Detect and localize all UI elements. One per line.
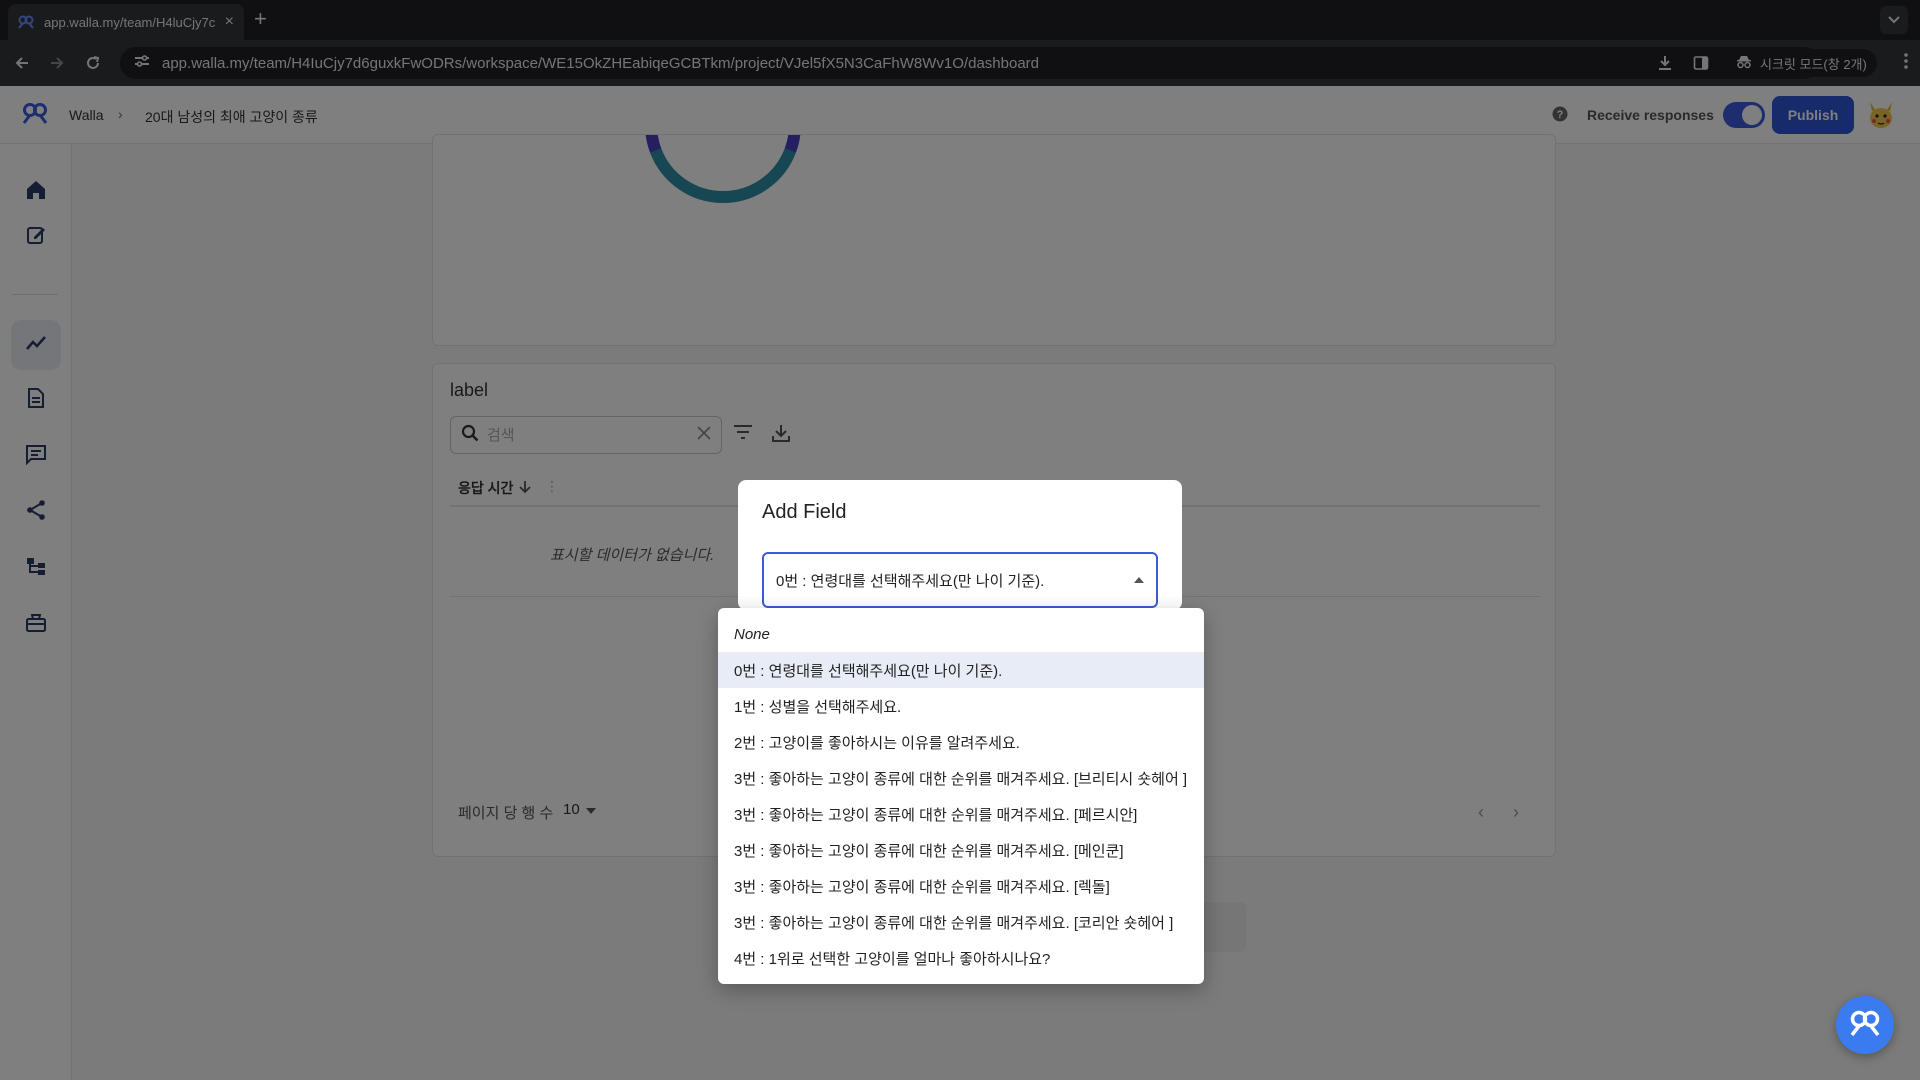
field-option[interactable]: 1번 : 성별을 선택해주세요. [718,688,1204,724]
field-option[interactable]: 3번 : 좋아하는 고양이 종류에 대한 순위를 매겨주세요. [브리티시 숏헤… [718,760,1204,796]
dialog-title: Add Field [762,501,847,523]
field-select-value: 0번 : 연령대를 선택해주세요(만 나이 기준). [776,572,1045,590]
field-option[interactable]: 0번 : 연령대를 선택해주세요(만 나이 기준). [718,652,1204,688]
field-option[interactable]: 3번 : 좋아하는 고양이 종류에 대한 순위를 매겨주세요. [메인쿤] [718,832,1204,868]
walla-logo-icon [1849,1010,1881,1041]
field-options-menu: None 0번 : 연령대를 선택해주세요(만 나이 기준). 1번 : 성별을 선… [718,608,1204,984]
field-option[interactable]: 3번 : 좋아하는 고양이 종류에 대한 순위를 매겨주세요. [렉돌] [718,868,1204,904]
field-select[interactable]: 0번 : 연령대를 선택해주세요(만 나이 기준). [762,552,1158,608]
field-option[interactable]: 3번 : 좋아하는 고양이 종류에 대한 순위를 매겨주세요. [코리안 숏헤어… [718,904,1204,940]
caret-up-icon [1134,577,1144,583]
field-option[interactable]: 3번 : 좋아하는 고양이 종류에 대한 순위를 매겨주세요. [페르시안] [718,796,1204,832]
field-option[interactable]: 2번 : 고양이를 좋아하시는 이유를 알려주세요. [718,724,1204,760]
add-field-dialog: Add Field 0번 : 연령대를 선택해주세요(만 나이 기준). [738,480,1182,610]
field-option[interactable]: 4번 : 1위로 선택한 고양이를 얼마나 좋아하시나요? [718,940,1204,976]
option-none[interactable]: None [718,616,1204,652]
walla-help-fab[interactable] [1836,996,1894,1054]
